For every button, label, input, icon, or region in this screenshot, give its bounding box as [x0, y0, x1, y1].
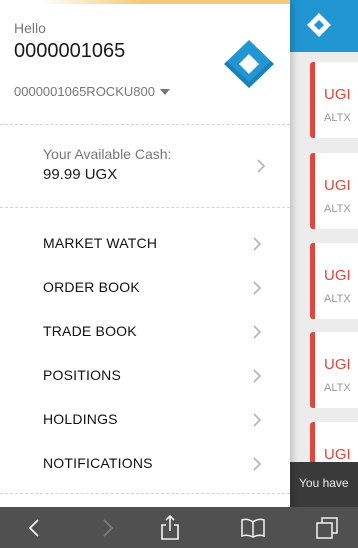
divider: [0, 207, 290, 208]
card-exchange: ALTX: [324, 203, 351, 215]
cash-value: 99.99 UGX: [43, 166, 118, 183]
menu-item-positions[interactable]: POSITIONS: [0, 354, 290, 398]
menu-item-label: ORDER BOOK: [43, 279, 140, 295]
greeting-label: Hello: [14, 20, 46, 36]
chevron-right-icon: [253, 325, 262, 339]
menu-item-label: POSITIONS: [43, 367, 122, 383]
menu-item-label: HOLDINGS: [43, 411, 118, 427]
share-button[interactable]: [158, 507, 182, 548]
share-icon: [161, 514, 179, 540]
card-symbol: UGI: [324, 177, 351, 194]
chevron-right-icon: [253, 281, 262, 295]
card-exchange: ALTX: [324, 382, 351, 394]
watchlist-card[interactable]: UGI ALTX: [310, 243, 358, 319]
forward-icon: [103, 518, 114, 537]
background-app: UGI ALTX UGI ALTX UGI ALTX UGI ALTX UGI …: [290, 0, 358, 507]
menu-item-order-book[interactable]: ORDER BOOK: [0, 266, 290, 310]
menu-item-market-watch[interactable]: MARKET WATCH: [0, 222, 290, 266]
available-cash-row[interactable]: Your Available Cash: 99.99 UGX: [0, 126, 290, 206]
diamond-logo-icon: [224, 40, 274, 88]
menu-item-label: MARKET WATCH: [43, 235, 158, 251]
tabs-icon: [316, 516, 338, 539]
caret-down-icon: [159, 88, 170, 95]
chevron-right-icon: [257, 159, 266, 173]
account-id: 0000001065ROCKU800: [14, 84, 155, 99]
card-symbol: UGI: [324, 267, 351, 284]
watchlist-card[interactable]: UGI ALTX: [310, 332, 358, 408]
app-header: [290, 0, 358, 52]
diamond-logo-icon: [307, 13, 331, 37]
chevron-right-icon: [253, 413, 262, 427]
watchlist-card[interactable]: UGI ALTX: [310, 153, 358, 229]
menu-item-label: TRADE BOOK: [43, 323, 137, 339]
navigation-drawer: Hello 0000001065 0000001065ROCKU800 Your…: [0, 0, 290, 507]
menu-item-label: NOTIFICATIONS: [43, 455, 153, 471]
watchlist-card[interactable]: UGI ALTX: [310, 62, 358, 138]
chevron-right-icon: [253, 457, 262, 471]
top-accent-strip: [40, 0, 290, 4]
back-button[interactable]: [22, 507, 46, 548]
chevron-right-icon: [253, 237, 262, 251]
user-name: 0000001065: [14, 40, 126, 62]
divider: [0, 493, 290, 494]
toast-message: You have: [290, 462, 358, 507]
browser-toolbar: [0, 507, 358, 548]
chevron-right-icon: [253, 369, 262, 383]
card-symbol: UGI: [324, 446, 351, 463]
menu-item-holdings[interactable]: HOLDINGS: [0, 398, 290, 442]
divider: [0, 124, 290, 125]
cash-label: Your Available Cash:: [43, 146, 172, 162]
back-icon: [28, 518, 39, 537]
card-symbol: UGI: [324, 86, 351, 103]
bookmarks-icon: [241, 518, 265, 538]
bookmarks-button[interactable]: [238, 507, 268, 548]
tabs-button[interactable]: [312, 507, 342, 548]
card-exchange: ALTX: [324, 293, 351, 305]
menu-item-trade-book[interactable]: TRADE BOOK: [0, 310, 290, 354]
menu-item-notifications[interactable]: NOTIFICATIONS: [0, 442, 290, 486]
drawer-menu: MARKET WATCH ORDER BOOK TRADE BOOK POSIT…: [0, 222, 290, 486]
account-selector[interactable]: 0000001065ROCKU800: [14, 84, 170, 99]
forward-button[interactable]: [96, 507, 120, 548]
card-symbol: UGI: [324, 356, 351, 373]
card-exchange: ALTX: [324, 112, 351, 124]
